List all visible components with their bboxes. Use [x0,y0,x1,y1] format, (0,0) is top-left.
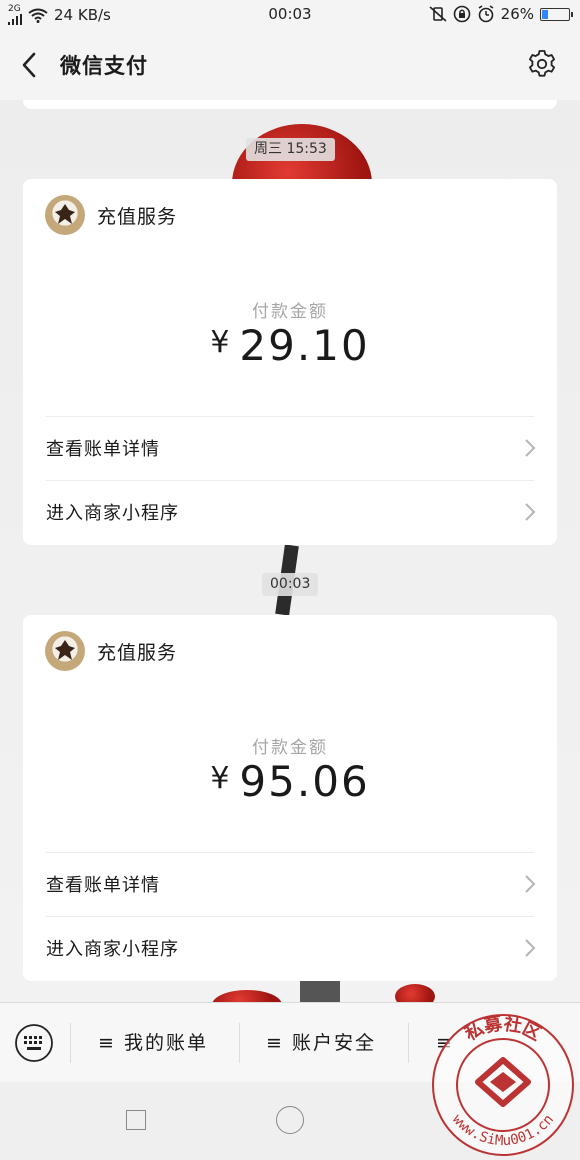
row-label: 进入商家小程序 [46,503,179,524]
status-right: 26% [429,5,573,23]
message-timestamp: 00:03 [262,573,319,596]
amount-label: 付款金额 [252,302,328,322]
menu-divider [408,1023,409,1063]
currency-symbol: ¥ [210,761,232,796]
amount-label: 付款金额 [252,738,328,758]
view-bill-details-link[interactable]: 查看账单详情 [46,417,537,479]
service-header[interactable]: 充值服务 [45,631,177,671]
avatar[interactable] [45,195,85,235]
currency-symbol: ¥ [210,325,232,360]
menu-divider [70,1023,71,1063]
nav-bar: 微信支付 [0,30,580,101]
row-label: 查看账单详情 [46,439,160,460]
battery-percent: 26% [500,5,534,23]
gear-icon[interactable] [526,48,558,80]
previous-message-card [23,100,557,109]
message-timestamp: 周三 15:53 [246,138,335,161]
service-name: 充值服务 [97,641,178,664]
petal-background-image [212,990,282,1002]
avatar[interactable] [45,631,85,671]
payment-card: 充值服务 付款金额 ¥95.06 查看账单详情 进入商家小程序 [23,615,557,981]
payment-card: 充值服务 付款金额 ¥29.10 查看账单详情 进入商家小程序 [23,179,557,545]
watermark-seal: 私募社区 www.SiMu001.cn [432,1012,574,1156]
service-header[interactable]: 充值服务 [45,195,177,235]
payment-amount: ¥29.10 [23,321,557,370]
chevron-right-icon [525,503,536,521]
menu-account-security[interactable]: ≡ 账户安全 [266,1023,376,1063]
battery-icon [540,7,573,21]
amount-value: 95.06 [239,757,370,806]
view-bill-details-link[interactable]: 查看账单详情 [46,853,537,915]
recent-apps-button[interactable] [126,1110,146,1130]
open-mini-program-link[interactable]: 进入商家小程序 [46,917,537,979]
page-title: 微信支付 [60,54,148,78]
back-arrow-icon[interactable] [16,50,46,80]
message-list[interactable]: 周三 15:53 充值服务 付款金额 ¥29.10 查看账单详情 进入商家小程序… [0,100,580,1002]
keyboard-icon[interactable] [14,1023,54,1063]
row-label: 查看账单详情 [46,875,160,896]
vibrate-off-icon [429,6,447,22]
row-label: 进入商家小程序 [46,939,179,960]
battery-fill [542,9,548,19]
service-name: 充值服务 [97,205,178,228]
chevron-right-icon [525,439,536,457]
chevron-right-icon [525,875,536,893]
stem-background-image [300,980,340,1002]
payment-amount: ¥95.06 [23,757,557,806]
petal-background-image [395,984,435,1002]
menu-divider [239,1023,240,1063]
home-button[interactable] [276,1106,304,1134]
rotation-lock-icon [453,5,470,23]
open-mini-program-link[interactable]: 进入商家小程序 [46,481,537,543]
chevron-right-icon [525,939,536,957]
amount-value: 29.10 [239,321,370,370]
status-bar: 2G 24 KB/s 00:03 26% [0,0,580,30]
alarm-icon [478,5,494,23]
menu-my-bills[interactable]: ≡ 我的账单 [98,1023,208,1063]
